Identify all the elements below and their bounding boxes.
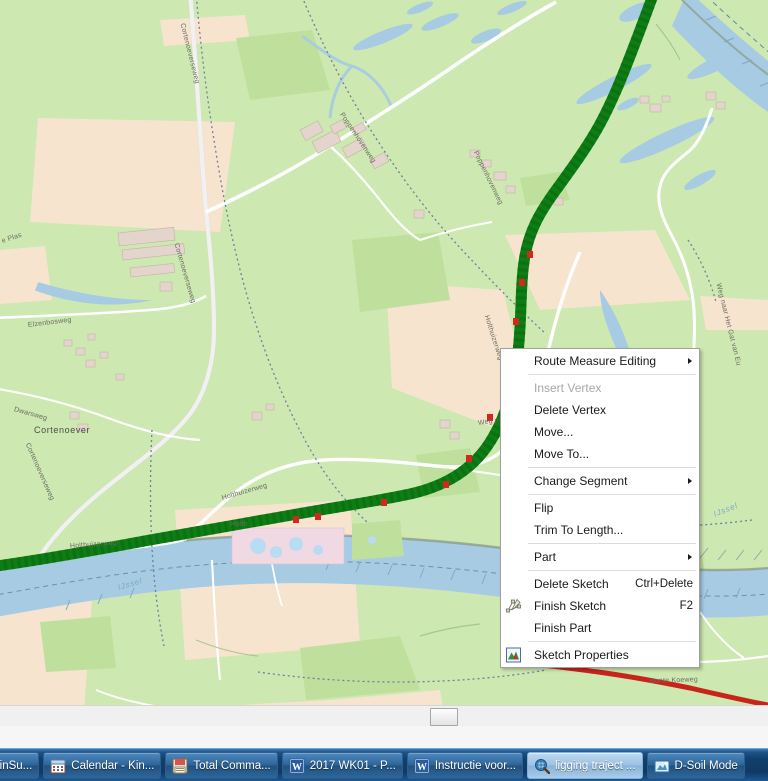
menu-separator [528,374,696,375]
map-label: Holth [230,521,248,528]
svg-text:W: W [417,762,427,773]
windows-taskbar[interactable]: KinSu... Calendar - Kin... Total Comma... W… [0,748,768,781]
menu-item-move-to[interactable]: Move To... [501,443,699,465]
taskbar-button-label: 2017 WK01 - P... [309,759,396,772]
menu-separator [528,494,696,495]
menu-item-trim-to-length[interactable]: Trim To Length... [501,519,699,541]
sketch-properties-icon [505,647,522,664]
menu-separator [528,467,696,468]
taskbar-button-2017-wk01-p[interactable]: W 2017 WK01 - P... [281,752,403,779]
menu-separator [528,543,696,544]
sketch-context-menu[interactable]: Route Measure Editing Insert Vertex Delete… [500,348,700,668]
menu-item-finish-sketch[interactable]: Finish Sketch F2 [501,595,699,617]
taskbar-button-label: Calendar - Kin... [71,759,155,772]
taskbar-button-label: Total Comma... [193,759,271,772]
menu-item-label: Insert Vertex [534,381,602,395]
menu-separator [528,570,696,571]
menu-item-change-segment[interactable]: Change Segment [501,470,699,492]
menu-item-route-measure-editing[interactable]: Route Measure Editing [501,350,699,372]
word-icon: W [289,758,305,774]
taskbar-button-instructie-voor[interactable]: W Instructie voor... [406,752,523,779]
finish-sketch-icon [505,598,522,615]
menu-item-label: Trim To Length... [534,523,624,537]
status-strip [0,726,768,749]
menu-item-label: Route Measure Editing [534,354,657,368]
submenu-arrow-icon [688,478,692,484]
menu-item-label: Part [534,550,557,564]
menu-item-finish-part[interactable]: Finish Part [501,617,699,639]
submenu-arrow-icon [688,554,692,560]
arcmap-icon [534,758,550,774]
svg-text:W: W [292,762,302,773]
taskbar-button-calendar-kin[interactable]: Calendar - Kin... [43,752,162,779]
menu-item-delete-vertex[interactable]: Delete Vertex [501,399,699,421]
application-window: Cortenoeverseweg e Plas Cortenoeverseweg Po… [0,0,768,781]
menu-item-label: Move... [534,425,574,439]
menu-item-label: Move To... [534,447,590,461]
menu-item-label: Delete Vertex [534,403,607,417]
dsoil-icon [654,758,670,774]
word-icon: W [414,758,430,774]
horizontal-scrollbar[interactable] [0,705,768,727]
taskbar-button-label: D-Soil Mode [674,759,738,772]
menu-item-label: Finish Sketch [534,599,607,613]
menu-item-move[interactable]: Move... [501,421,699,443]
menu-item-sketch-properties[interactable]: Sketch Properties [501,644,699,666]
menu-item-delete-sketch[interactable]: Delete Sketch Ctrl+Delete [501,573,699,595]
taskbar-button-ligging-traject[interactable]: ligging traject ... [527,752,643,779]
taskbar-button-label: ligging traject ... [555,759,636,772]
menu-item-label: Change Segment [534,474,628,488]
taskbar-button-label: KinSu... [0,759,33,772]
menu-item-label: Flip [534,501,554,515]
taskbar-button-label: Instructie voor... [434,759,516,772]
floppy-icon [172,758,188,774]
menu-item-label: Delete Sketch [534,577,609,591]
horizontal-scrollbar-thumb[interactable] [430,708,458,726]
menu-item-label: Finish Part [534,621,592,635]
taskbar-button-d-soil-mode[interactable]: D-Soil Mode [646,752,745,779]
map-label: Cortenoever [34,425,91,435]
menu-item-shortcut: Ctrl+Delete [635,578,693,590]
menu-item-flip[interactable]: Flip [501,497,699,519]
submenu-arrow-icon [688,358,692,364]
taskbar-button-total-comma[interactable]: Total Comma... [165,752,278,779]
menu-item-shortcut: F2 [679,600,693,612]
menu-item-label: Sketch Properties [534,648,629,662]
calendar-icon [50,758,66,774]
taskbar-button-kinsu[interactable]: KinSu... [0,752,40,779]
menu-item-part[interactable]: Part [501,546,699,568]
menu-separator [528,641,696,642]
menu-item-insert-vertex: Insert Vertex [501,377,699,399]
